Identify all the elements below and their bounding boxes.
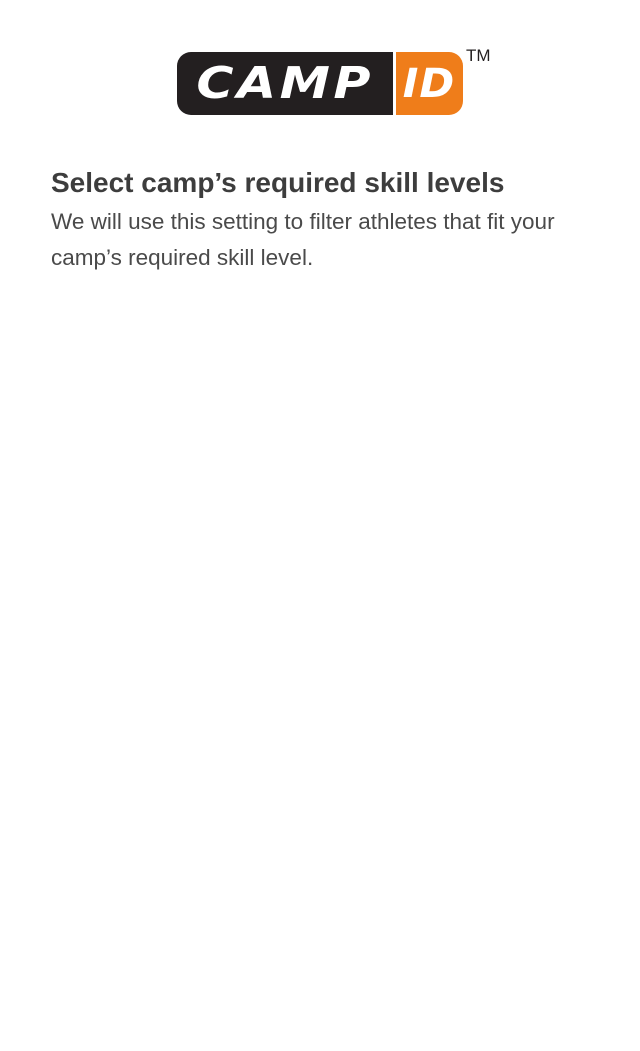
page-description: We will use this setting to filter athle…: [51, 209, 555, 270]
logo-left-panel: CAMP: [177, 52, 393, 115]
trademark-mark: TM: [466, 46, 491, 65]
page-title: Select camp’s required skill levels: [51, 167, 505, 198]
logo-text-id: ID: [403, 60, 456, 107]
camp-id-logo: CAMP ID TM: [177, 47, 493, 117]
logo-text-camp: CAMP: [196, 57, 374, 109]
logo-right-panel: ID: [393, 52, 463, 115]
logo-badge: CAMP ID: [177, 52, 463, 115]
